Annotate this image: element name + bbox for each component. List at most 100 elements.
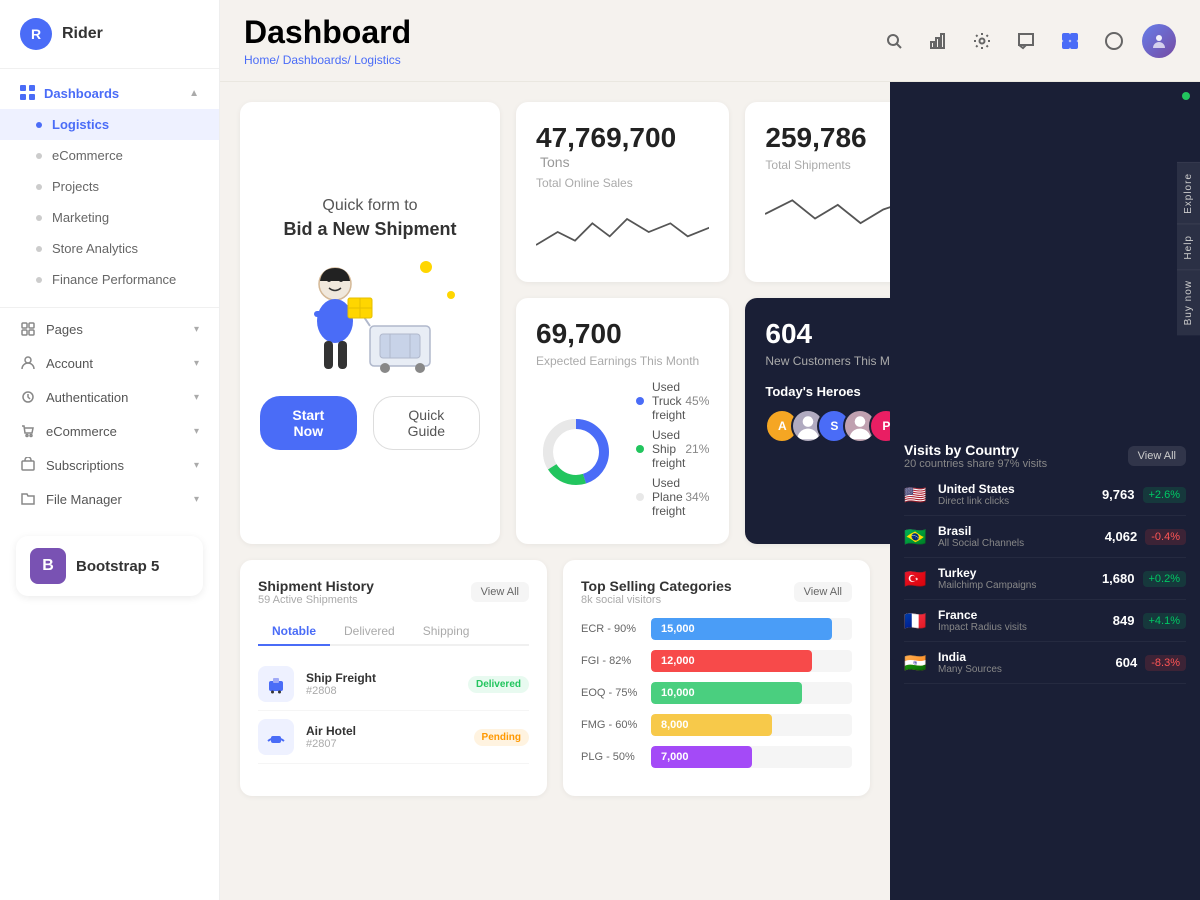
plane-dot xyxy=(636,493,644,501)
sidebar-item-logistics[interactable]: Logistics xyxy=(0,109,219,140)
sidebar: R Rider Dashboards ▲ Logistics eCommerce… xyxy=(0,0,220,900)
chevron-pages-icon: ▾ xyxy=(194,324,199,335)
sidebar-item-store-analytics[interactable]: Store Analytics xyxy=(0,233,219,264)
truck-dot xyxy=(636,397,644,405)
sidebar-item-projects[interactable]: Projects xyxy=(0,171,219,202)
bootstrap-icon: B xyxy=(30,548,66,584)
content-scroll: Quick form to Bid a New Shipment xyxy=(220,82,890,900)
deco-dot-2 xyxy=(447,291,455,299)
right-panel: Explore Help Buy now Visits by Country 2… xyxy=(890,82,1200,900)
tab-shipping[interactable]: Shipping xyxy=(409,618,484,646)
tab-notable[interactable]: Notable xyxy=(258,618,330,646)
bar-fill: 12,000 xyxy=(651,650,812,672)
dashboards-group[interactable]: Dashboards ▲ xyxy=(0,77,219,109)
bar-row-plg: PLG - 50% 7,000 xyxy=(581,746,852,768)
sidebar-item-ecommerce-main[interactable]: eCommerce ▾ xyxy=(0,414,219,448)
history-subtitle: 59 Active Shipments xyxy=(258,594,374,606)
shipment-form-title: Quick form to xyxy=(322,197,417,215)
bar-fill: 15,000 xyxy=(651,618,832,640)
sidebar-item-account[interactable]: Account ▾ xyxy=(0,346,219,380)
app-name: Rider xyxy=(62,25,103,43)
history-view-all[interactable]: View All xyxy=(471,582,529,602)
inactive-dot xyxy=(36,153,42,159)
active-dot xyxy=(36,122,42,128)
bar-track: 15,000 xyxy=(651,618,852,640)
buy-now-button[interactable]: Buy now xyxy=(1177,269,1200,335)
deco-dot-1 xyxy=(420,261,432,273)
sales-label: Total Online Sales xyxy=(536,176,709,190)
inactive-dot xyxy=(36,246,42,252)
selling-subtitle: 8k social visitors xyxy=(581,594,732,606)
chevron-ecommerce-icon: ▾ xyxy=(194,426,199,437)
selling-view-all[interactable]: View All xyxy=(794,582,852,602)
shipment-history-header: Shipment History 59 Active Shipments Vie… xyxy=(258,578,529,606)
total-shipments-card: 259,786 Total Shipments xyxy=(745,102,890,282)
change-badge: -0.4% xyxy=(1145,529,1186,545)
hero-avatar-p: P xyxy=(869,409,890,443)
form-buttons: Start Now Quick Guide xyxy=(260,396,480,450)
right-panel-content: Explore Help Buy now Visits by Country 2… xyxy=(890,82,1200,698)
shipment-icon xyxy=(258,666,294,702)
shipment-icon-2 xyxy=(258,719,294,755)
customers-card: 604 New Customers This Month Today's Her… xyxy=(745,298,890,544)
quick-guide-button[interactable]: Quick Guide xyxy=(373,396,480,450)
bar-track: 10,000 xyxy=(651,682,852,704)
shipments-chart xyxy=(765,184,890,244)
total-sales-card: 47,769,700 Tons Total Online Sales xyxy=(516,102,729,282)
country-row-tr: 🇹🇷 Turkey Mailchimp Campaigns 1,680 +0.2… xyxy=(904,558,1186,600)
chevron-up-icon: ▲ xyxy=(189,88,199,99)
grid-button[interactable] xyxy=(1054,25,1086,57)
sidebar-item-file-manager[interactable]: File Manager ▾ xyxy=(0,482,219,516)
illustration-svg xyxy=(280,256,460,376)
bar-fill: 10,000 xyxy=(651,682,802,704)
side-buttons: Explore Help Buy now xyxy=(1177,162,1200,336)
countries-view-all[interactable]: View All xyxy=(1128,446,1186,466)
shipment-history-card: Shipment History 59 Active Shipments Vie… xyxy=(240,560,547,796)
bar-row-ecr: ECR - 90% 15,000 xyxy=(581,618,852,640)
logo[interactable]: R Rider xyxy=(0,0,219,69)
bar-track: 7,000 xyxy=(651,746,852,768)
dashboards-icon xyxy=(20,85,36,101)
topbar: Dashboard Home/ Dashboards/ Logistics xyxy=(220,0,1200,82)
history-tabs: Notable Delivered Shipping xyxy=(258,618,529,646)
bottom-row: Shipment History 59 Active Shipments Vie… xyxy=(240,560,870,796)
settings-button[interactable] xyxy=(966,25,998,57)
plane-freight-legend: Used Plane freight 34% xyxy=(636,476,709,518)
change-badge: +0.2% xyxy=(1143,571,1187,587)
sidebar-item-subscriptions[interactable]: Subscriptions ▾ xyxy=(0,448,219,482)
analytics-button[interactable] xyxy=(922,25,954,57)
ship-dot xyxy=(636,445,644,453)
sidebar-item-ecommerce[interactable]: eCommerce xyxy=(0,140,219,171)
top-row: Quick form to Bid a New Shipment xyxy=(240,102,870,544)
explore-button[interactable]: Explore xyxy=(1177,162,1200,224)
stats-grid: 47,769,700 Tons Total Online Sales xyxy=(516,102,890,544)
inactive-dot xyxy=(36,215,42,221)
shipment-rows: Ship Freight #2808 Delivered Air Hotel xyxy=(258,658,529,764)
bar-fill: 7,000 xyxy=(651,746,752,768)
help-button[interactable]: Help xyxy=(1177,224,1200,270)
countries-list: 🇺🇸 United States Direct link clicks 9,76… xyxy=(904,474,1186,684)
change-badge: +2.6% xyxy=(1143,487,1187,503)
shipment-form-subtitle: Bid a New Shipment xyxy=(283,219,456,240)
top-selling-card: Top Selling Categories 8k social visitor… xyxy=(563,560,870,796)
bar-row-fgi: FGI - 82% 12,000 xyxy=(581,650,852,672)
theme-toggle[interactable] xyxy=(1098,25,1130,57)
tab-delivered[interactable]: Delivered xyxy=(330,618,409,646)
status-badge-2: Pending xyxy=(474,729,529,746)
messages-button[interactable] xyxy=(1010,25,1042,57)
sidebar-item-marketing[interactable]: Marketing xyxy=(0,202,219,233)
sidebar-item-finance[interactable]: Finance Performance xyxy=(0,264,219,295)
earnings-card: 69,700 Expected Earnings This Month xyxy=(516,298,729,544)
chevron-account-icon: ▾ xyxy=(194,358,199,369)
search-button[interactable] xyxy=(878,25,910,57)
sidebar-item-pages[interactable]: Pages ▾ xyxy=(0,312,219,346)
truck-freight-legend: Used Truck freight 45% xyxy=(636,380,709,422)
user-avatar[interactable] xyxy=(1142,24,1176,58)
start-now-button[interactable]: Start Now xyxy=(260,396,357,450)
chevron-file-icon: ▾ xyxy=(194,494,199,505)
sidebar-item-authentication[interactable]: Authentication ▾ xyxy=(0,380,219,414)
history-title: Shipment History xyxy=(258,578,374,594)
page-title: Dashboard xyxy=(244,14,411,51)
breadcrumb: Home/ Dashboards/ Logistics xyxy=(244,53,411,67)
shipment-illustration xyxy=(280,256,460,376)
